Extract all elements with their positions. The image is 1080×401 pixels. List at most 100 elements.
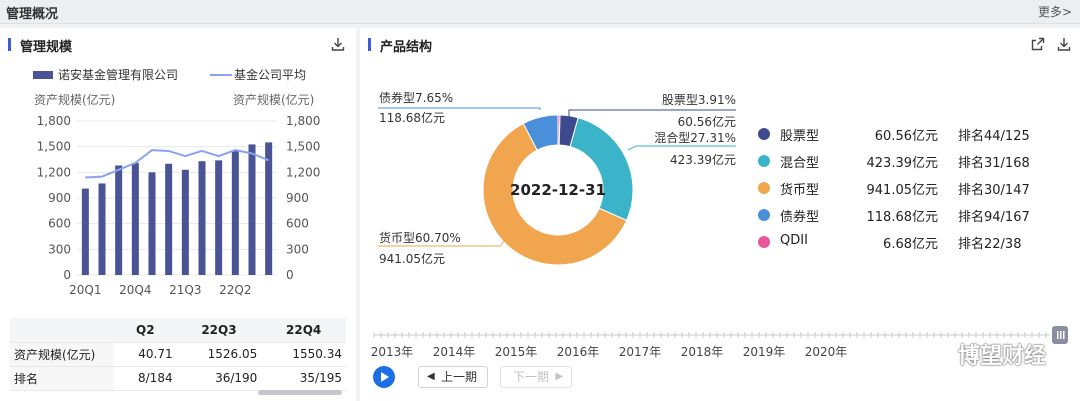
structure-panel: 产品结构 2022-12-31 股票型3.91% 60.56亿元 混合型27.3… (360, 28, 1080, 401)
bar-22Q2[interactable] (231, 150, 239, 275)
legend-item-money[interactable]: 货币型 941.05亿元 排名30/147 (758, 178, 1068, 198)
legend-rank: 排名30/147 (958, 183, 1030, 198)
prev-label: 上一期 (441, 370, 478, 384)
bar-21Q2[interactable] (165, 163, 173, 275)
timeline-year-label[interactable]: 2018年 (681, 345, 724, 359)
legend-rank: 排名22/38 (958, 237, 1022, 252)
y-tick-label-left: 1,800 (37, 114, 71, 128)
table-col-header: 22Q4 (261, 318, 346, 343)
watermark: 博望财经 (957, 344, 1046, 369)
table-header-row: Q2 22Q3 22Q4 (10, 318, 346, 343)
y-axis-title-left: 资产规模(亿元) (34, 92, 115, 107)
section-header: 管理概况 更多> (0, 0, 1080, 24)
play-button[interactable] (373, 366, 395, 388)
table-cell: 1526.05 (176, 342, 262, 367)
y-axis-title-right: 资产规模(亿元) (233, 92, 314, 107)
scale-panel: 管理规模 诺安基金管理有限公司 基金公司平均 资产规模(亿元) 资产规模(亿元)… (0, 28, 356, 401)
legend-dot (758, 128, 770, 140)
label-mixed-pct: 混合型27.31% (654, 130, 736, 145)
legend-dot (758, 182, 770, 194)
leader-line-mixed (627, 145, 736, 151)
table-cell: 35/195 (261, 366, 346, 391)
table-scrollbar[interactable] (258, 390, 342, 395)
legend-dot (758, 155, 770, 167)
y-tick-label-left: 300 (48, 242, 71, 256)
bar-22Q1[interactable] (215, 160, 223, 275)
label-bond-amt: 118.68亿元 (379, 110, 445, 125)
scale-chart: 诺安基金管理有限公司 基金公司平均 资产规模(亿元) 资产规模(亿元) 0 0 30… (33, 67, 320, 297)
donut-center-date: 2022-12-31 (510, 181, 606, 199)
x-tick-label: 21Q3 (169, 283, 201, 297)
table-corner (10, 318, 114, 343)
legend-amount: 423.39亿元 (866, 156, 939, 171)
timeline-year-label[interactable]: 2017年 (619, 345, 662, 359)
leader-line-bond (378, 107, 541, 110)
legend-name: 债券型 (780, 210, 820, 225)
y-tick-label-right: 600 (286, 217, 309, 231)
product-structure-donut: 2022-12-31 股票型3.91% 60.56亿元 混合型27.31% 42… (378, 90, 736, 266)
handle-grip (1057, 331, 1059, 339)
timeline-year-label[interactable]: 2015年 (495, 345, 538, 359)
next-period-button[interactable]: 下一期 ▶ (500, 366, 573, 388)
scale-panel-title: 管理规模 (8, 36, 72, 55)
external-link-icon[interactable] (1030, 36, 1046, 52)
table-cell: 36/190 (176, 366, 262, 391)
timeline-year-label[interactable]: 2014年 (433, 345, 476, 359)
donut-slice-混合型[interactable] (569, 117, 634, 222)
legend-rank: 排名44/125 (958, 129, 1030, 144)
chevron-left-icon: ◀ (427, 371, 435, 382)
y-tick-label-right: 1,200 (286, 165, 320, 179)
y-tick-label-right: 1,500 (286, 140, 320, 154)
x-tick-label: 20Q4 (119, 283, 151, 297)
x-tick-label: 22Q2 (219, 283, 251, 297)
legend-item-mixed[interactable]: 混合型 423.39亿元 排名31/168 (758, 151, 1068, 171)
table-row: 排名 8/184 36/190 35/195 (10, 366, 346, 391)
average-line[interactable] (85, 149, 270, 179)
handle-grip (1060, 331, 1062, 339)
legend-bar-label[interactable]: 诺安基金管理有限公司 (58, 67, 178, 82)
table-cell: 1550.34 (261, 342, 346, 367)
download-icon[interactable] (330, 36, 346, 52)
row-label: 排名 (10, 366, 114, 391)
table-cell: 8/184 (114, 366, 177, 391)
y-tick-label-left: 900 (48, 191, 71, 205)
bar-22Q3[interactable] (248, 144, 256, 275)
legend-name: 货币型 (780, 183, 820, 198)
x-tick-label: 20Q1 (69, 283, 101, 297)
y-tick-label-right: 300 (286, 242, 309, 256)
legend-item-stock[interactable]: 股票型 60.56亿元 排名44/125 (758, 124, 1068, 144)
bar-20Q2[interactable] (98, 183, 106, 275)
label-money-pct: 货币型60.70% (379, 230, 461, 245)
bar-21Q1[interactable] (148, 172, 156, 275)
bar-21Q3[interactable] (181, 169, 189, 275)
table-col-header: 22Q3 (176, 318, 262, 343)
bar-21Q4[interactable] (198, 161, 206, 275)
legend-item-bond[interactable]: 债券型 118.68亿元 排名94/167 (758, 205, 1068, 225)
bar-20Q3[interactable] (115, 165, 123, 275)
legend-dot (758, 209, 770, 221)
timeline-year-label[interactable]: 2016年 (557, 345, 600, 359)
more-link[interactable]: 更多> (1038, 3, 1072, 20)
table-col-header: Q2 (114, 318, 177, 343)
timeline-year-label[interactable]: 2020年 (805, 345, 848, 359)
prev-period-button[interactable]: ◀ 上一期 (418, 366, 489, 388)
legend-amount: 941.05亿元 (866, 183, 939, 198)
handle-grip (1063, 331, 1065, 339)
section-title: 管理概况 (6, 7, 59, 22)
bar-20Q4[interactable] (131, 162, 139, 275)
chevron-right-icon: ▶ (555, 371, 564, 382)
next-label: 下一期 (513, 370, 550, 384)
timeline-year-label[interactable]: 2019年 (743, 345, 786, 359)
y-tick-label-left: 1,200 (37, 165, 71, 179)
legend-line-label[interactable]: 基金公司平均 (234, 67, 306, 82)
legend-item-qdii[interactable]: QDII 6.68亿元 排名22/38 (758, 232, 1068, 252)
y-tick-label-right: 900 (286, 191, 309, 205)
legend-name: QDII (780, 233, 808, 248)
bar-20Q1[interactable] (81, 188, 89, 275)
label-mixed-amt: 423.39亿元 (670, 152, 736, 167)
legend-rank: 排名94/167 (958, 210, 1030, 225)
label-stock-pct: 股票型3.91% (662, 93, 736, 107)
download-icon[interactable] (1056, 36, 1072, 52)
timeline-year-label[interactable]: 2013年 (371, 345, 414, 359)
bar-22Q4[interactable] (265, 142, 273, 275)
